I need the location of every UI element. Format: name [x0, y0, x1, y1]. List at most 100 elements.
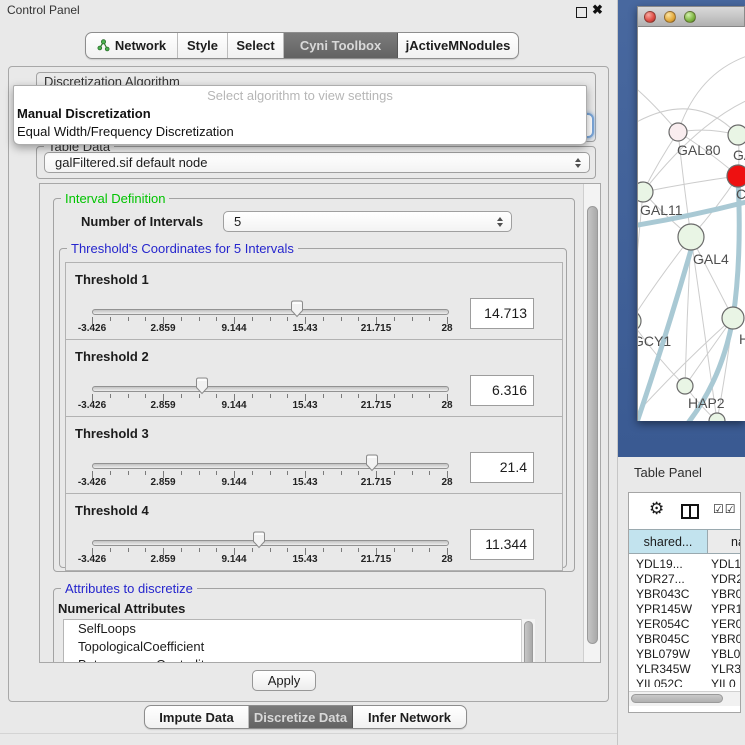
thresholds-group-title: Threshold's Coordinates for 5 Intervals [67, 241, 298, 256]
slider-tick [216, 394, 217, 398]
table-horizontal-scrollbar[interactable] [629, 691, 741, 706]
table-settings-gear-icon[interactable]: ⚙ [649, 499, 664, 519]
tab-jactivemnodules[interactable]: jActiveMNodules [398, 33, 518, 58]
minimize-window-icon[interactable] [664, 11, 676, 23]
slider-tick [412, 317, 413, 321]
slider-thumb[interactable] [251, 531, 267, 552]
slider-tick-label: -3.426 [78, 323, 106, 334]
table-hscrollbar-thumb[interactable] [631, 694, 723, 703]
float-window-icon[interactable] [576, 7, 587, 18]
tab-network[interactable]: Network [86, 33, 178, 58]
cell-name: YER0 [708, 617, 741, 632]
settings-scrollbar-thumb[interactable] [587, 206, 598, 644]
attribute-list-item[interactable]: SelfLoops [64, 620, 522, 638]
network-node[interactable] [728, 125, 745, 145]
network-edge[interactable] [691, 237, 733, 318]
slider-tick-label: 9.144 [221, 323, 246, 334]
algorithm-option-manual[interactable]: Manual Discretization [14, 105, 586, 123]
network-node[interactable] [638, 311, 641, 331]
network-edge[interactable] [638, 82, 678, 132]
threshold-value-field[interactable]: 11.344 [470, 529, 534, 560]
threshold-value-field[interactable]: 21.4 [470, 452, 534, 483]
slider-tick-label: -3.426 [78, 477, 106, 488]
close-window-icon[interactable] [644, 11, 656, 23]
slider-tick [394, 548, 395, 552]
bottom-tab-infer-network[interactable]: Infer Network [353, 706, 466, 728]
table-row[interactable]: YDL19...YDL1 [629, 557, 741, 572]
slider-thumb[interactable] [289, 300, 305, 321]
slider-tick [358, 471, 359, 475]
slider-track[interactable] [92, 540, 449, 546]
table-row[interactable]: YIL052CYIL0 [629, 677, 741, 687]
close-glyph[interactable]: ✖ [592, 2, 603, 17]
table-row[interactable]: YPR145WYPR1 [629, 602, 741, 617]
network-canvas[interactable]: GAL80GACGAL11GAL4GCY1HHAP2 [638, 27, 745, 421]
interval-definition-title: Interval Definition [61, 191, 169, 206]
column-header-name[interactable]: name [708, 530, 741, 553]
slider-track[interactable] [92, 309, 449, 315]
table-row[interactable]: YBR043CYBR0 [629, 587, 741, 602]
network-node-label: GA [733, 147, 745, 163]
tab-cyni-toolbox[interactable]: Cyni Toolbox [284, 33, 398, 58]
numerical-attributes-list: SelfLoopsTopologicalCoefficientBetweenne… [63, 619, 523, 663]
slider-tick [323, 394, 324, 398]
slider-tick [145, 471, 146, 475]
threshold-value-field[interactable]: 6.316 [470, 375, 534, 406]
slider-tick [145, 317, 146, 321]
settings-vertical-scrollbar[interactable] [583, 184, 601, 663]
slider-tick [358, 317, 359, 321]
tab-select[interactable]: Select [228, 33, 284, 58]
column-checkbox-icons[interactable]: ☑☑ [713, 502, 737, 516]
number-of-intervals-combobox[interactable]: 5 [223, 211, 512, 232]
network-edge[interactable] [643, 176, 738, 192]
table-row[interactable]: YLR345WYLR3 [629, 662, 741, 677]
network-node[interactable] [727, 165, 745, 187]
table-row[interactable]: YBL079WYBL0 [629, 647, 741, 662]
network-node[interactable] [678, 224, 704, 250]
slider-thumb[interactable] [194, 377, 210, 398]
slider-tick [341, 394, 342, 398]
threshold-value-field[interactable]: 14.713 [470, 298, 534, 329]
table-row[interactable]: YBR045CYBR0 [629, 632, 741, 647]
slider-tick [128, 317, 129, 321]
tab-label: Infer Network [368, 710, 451, 725]
algorithm-popup-hint: Select algorithm to view settings [14, 86, 586, 105]
network-svg: GAL80GACGAL11GAL4GCY1HHAP2 [638, 27, 745, 421]
attribute-list-item[interactable]: BetweennessCentrality [64, 656, 522, 663]
attribute-list-item[interactable]: TopologicalCoefficient [64, 638, 522, 656]
app-root: Control Panel ✖ NetworkStyleSelectCyni T… [0, 0, 745, 745]
table-data-combobox[interactable]: galFiltered.sif default node [44, 152, 590, 173]
slider-tick [394, 471, 395, 475]
network-edge[interactable] [678, 55, 745, 132]
slider-tick [429, 548, 430, 552]
slider-tick [270, 548, 271, 552]
threshold-label: Threshold 1 [75, 272, 149, 287]
slider-track[interactable] [92, 463, 449, 469]
zoom-window-icon[interactable] [684, 11, 696, 23]
network-node[interactable] [677, 378, 693, 394]
slider-tick [181, 471, 182, 475]
slider-thumb[interactable] [364, 454, 380, 475]
slider-tick-label: 15.43 [292, 400, 317, 411]
cell-name: YDR2 [708, 572, 741, 587]
network-node[interactable] [722, 307, 744, 329]
cyni-bottom-tabbar: Impute DataDiscretize Data Infer Network [144, 705, 467, 729]
table-row[interactable]: YER054CYER0 [629, 617, 741, 632]
apply-button[interactable]: Apply [252, 670, 316, 691]
attributes-list-scrollbar[interactable] [521, 619, 535, 663]
network-node[interactable] [709, 413, 725, 421]
network-window-titlebar[interactable] [638, 7, 744, 27]
slider-tick [429, 394, 430, 398]
tab-style[interactable]: Style [178, 33, 228, 58]
algorithm-option-equal-width[interactable]: Equal Width/Frequency Discretization [14, 123, 586, 141]
column-header-shared-name[interactable]: shared... [629, 530, 708, 553]
table-row[interactable]: YDR27...YDR2 [629, 572, 741, 587]
bottom-tab-discretize-data[interactable]: Discretize Data [249, 706, 353, 728]
bottom-tab-impute-data[interactable]: Impute Data [145, 706, 249, 728]
network-node[interactable] [638, 182, 653, 202]
algorithm-dropdown-popup: Select algorithm to view settings Manual… [13, 85, 587, 145]
split-table-icon[interactable] [681, 504, 699, 519]
slider-track[interactable] [92, 386, 449, 392]
slider-tick-label: 28 [441, 323, 452, 334]
network-node[interactable] [669, 123, 687, 141]
